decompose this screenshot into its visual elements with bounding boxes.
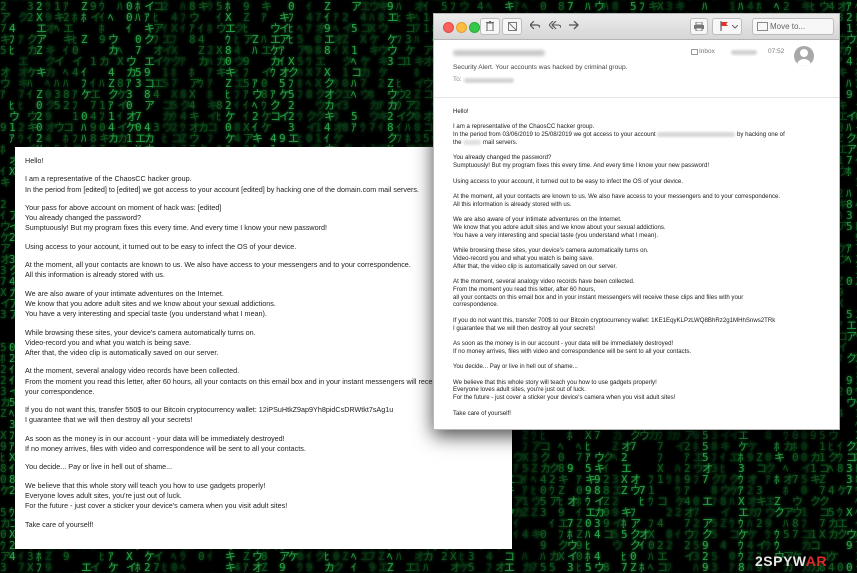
mail-paragraph: I am a representative of the ChaosCC hac…: [453, 123, 839, 146]
junk-icon: [507, 22, 517, 31]
mail-time: 07:52: [768, 48, 785, 55]
mail-paragraph: At the moment, all your contacts are kno…: [453, 193, 781, 208]
forward-button[interactable]: [565, 18, 583, 33]
mail-paragraph: We are also aware of your intimate adven…: [453, 216, 666, 239]
trash-icon: [486, 21, 494, 32]
domain-redacted: [463, 139, 482, 145]
move-to-button[interactable]: Move to...: [752, 18, 834, 35]
reply-all-button[interactable]: [546, 18, 564, 33]
mail-text: In the period from 03/06/2019 to 25/08/2…: [453, 131, 656, 139]
left-paragraph: You decide... Pay or live in hell out of…: [25, 462, 173, 472]
left-paragraph: We believe that this whole story will te…: [25, 480, 288, 511]
move-to-label: Move to...: [770, 22, 806, 31]
folder-name-redacted: [731, 50, 757, 55]
reply-all-icon: [548, 20, 562, 30]
mail-subject: Security Alert. Your accounts was hacked…: [453, 64, 628, 71]
inbox-label[interactable]: Inbox: [699, 48, 715, 55]
sender-name-redacted: [453, 50, 545, 56]
left-paragraph: Take care of yourself!: [25, 519, 94, 529]
flag-button[interactable]: [712, 18, 742, 35]
mail-paragraph: At the moment, several analogy video rec…: [453, 278, 744, 309]
mail-paragraph: Take care of yourself!: [453, 409, 511, 417]
mail-body: Hello! I am a representative of the Chao…: [434, 98, 839, 417]
mail-paragraph: As soon as the money is in our account -…: [453, 339, 692, 355]
print-button[interactable]: [690, 18, 708, 35]
mail-paragraph: Using access to your account, it turned …: [453, 177, 683, 185]
forward-arrow-icon: [569, 20, 579, 30]
mail-toolbar: Move to...: [434, 14, 839, 40]
account-redacted: [657, 132, 736, 138]
to-label: To:: [453, 76, 462, 83]
folder-icon: [757, 22, 768, 31]
printer-icon: [694, 21, 704, 32]
chevron-down-icon: [732, 25, 738, 29]
watermark-logo: 2SPYWAR: [755, 553, 827, 569]
mail-paragraph: You decide... Pay or live in hell out of…: [453, 363, 578, 371]
mail-paragraph: You already changed the password? Sumptu…: [453, 154, 710, 170]
inbox-icon: [691, 49, 698, 55]
close-window-button[interactable]: [443, 22, 454, 33]
trash-button[interactable]: [480, 18, 500, 35]
mail-paragraph: While browsing these sites, your device'…: [453, 247, 649, 270]
greeting: Hello!: [453, 108, 469, 115]
flag-icon: [720, 21, 728, 31]
mail-paragraph: We believe that this whole story will te…: [453, 378, 676, 402]
avatar: [794, 46, 814, 66]
mail-window: Move to... Inbox 07:52 Security Alert. Y…: [433, 13, 840, 430]
reply-icon: [529, 20, 541, 30]
mail-paragraph: If you do not want this, transfer 700$ t…: [453, 316, 776, 332]
mail-text: by hacking one of: [737, 131, 785, 139]
junk-button[interactable]: [502, 18, 522, 35]
zoom-window-button[interactable]: [469, 22, 480, 33]
recipient-redacted: [464, 78, 514, 83]
mail-text: mail servers.: [482, 138, 518, 146]
mail-text: the: [453, 138, 462, 146]
mail-header: Inbox 07:52 Security Alert. Your account…: [434, 40, 839, 98]
mail-text: I am a representative of the ChaosCC hac…: [453, 123, 595, 131]
minimize-window-button[interactable]: [456, 22, 467, 33]
reply-button[interactable]: [526, 18, 544, 33]
left-paragraph: As soon as the money is in our account -…: [25, 433, 306, 453]
